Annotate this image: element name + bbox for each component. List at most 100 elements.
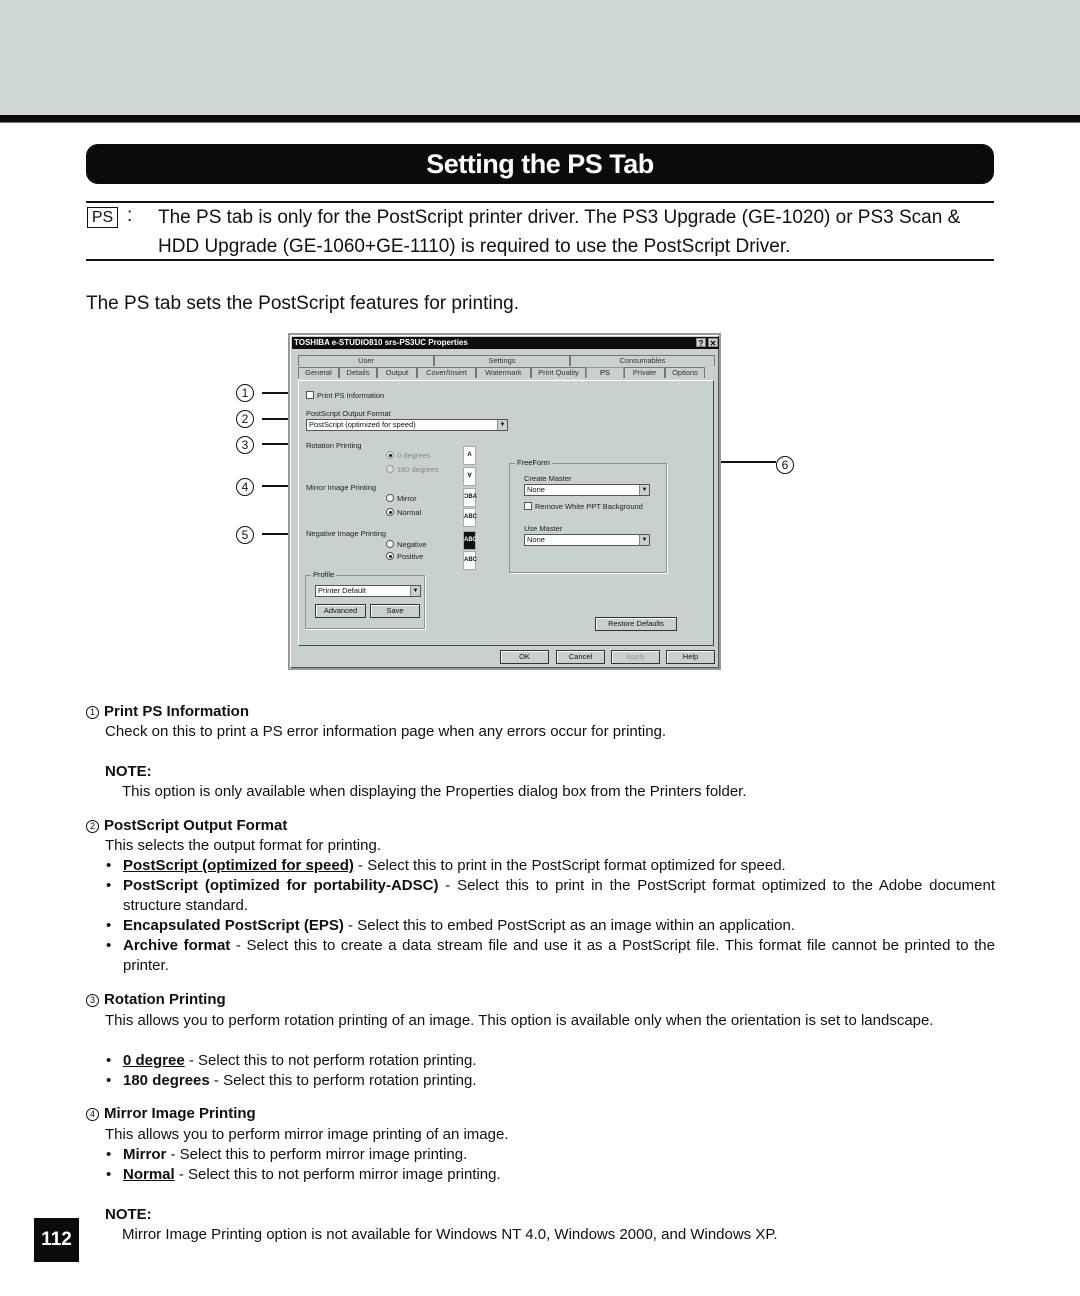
section-text: This selects the output format for print…	[105, 837, 381, 854]
tab-ps[interactable]: PS	[586, 367, 624, 378]
tab-options[interactable]: Options	[665, 367, 705, 378]
bullet-term: PostScript (optimized for portability-AD…	[123, 877, 439, 894]
mirror-preview-icon: ƆBA	[463, 488, 477, 507]
list-item: Normal - Select this to not perform mirr…	[105, 1165, 995, 1185]
tab-user[interactable]: User	[298, 355, 434, 366]
rotation-0-label: 0 degrees	[397, 451, 431, 460]
section-text: This allows you to perform mirror image …	[105, 1126, 509, 1143]
advanced-button[interactable]: Advanced	[315, 604, 366, 618]
list-item: 180 degrees - Select this to perform rot…	[105, 1071, 995, 1091]
note-text: This option is only available when displ…	[122, 783, 747, 800]
list-item: Encapsulated PostScript (EPS) - Select t…	[105, 916, 995, 936]
tab-watermark[interactable]: Watermark	[476, 367, 531, 378]
bullet-desc: - Select this to create a data stream fi…	[123, 937, 995, 974]
ps-tab-panel: Print PS Information PostScript Output F…	[298, 380, 714, 646]
dialog-title: TOSHIBA e-STUDIO810 srs-PS3UC Properties	[294, 338, 468, 347]
save-button[interactable]: Save	[370, 604, 420, 618]
negative-preview-icon: ABC	[463, 531, 477, 550]
tab-print-quality[interactable]: Print Quality	[531, 367, 586, 378]
tab-cover-insert[interactable]: Cover/Insert	[417, 367, 476, 378]
bullet-desc: - Select this to print in the PostScript…	[353, 857, 786, 874]
bullet-desc: - Select this to perform rotation printi…	[209, 1072, 477, 1089]
lead-text: The PS tab sets the PostScript features …	[86, 293, 519, 314]
tab-settings[interactable]: Settings	[434, 355, 570, 366]
tab-details[interactable]: Details	[339, 367, 377, 378]
remove-white-checkbox[interactable]	[524, 502, 532, 510]
note-label: NOTE:	[105, 1206, 152, 1223]
rotation-180-preview-icon: ∀	[463, 467, 476, 486]
create-master-select[interactable]: None ▼	[524, 484, 650, 496]
intro-text: The PS tab is only for the PostScript pr…	[158, 207, 961, 257]
mirror-radio[interactable]	[386, 494, 394, 502]
list-item: 0 degree - Select this to not perform ro…	[105, 1051, 995, 1071]
positive-radio[interactable]	[386, 552, 394, 560]
bullet-term: Encapsulated PostScript (EPS)	[123, 917, 344, 934]
profile-title: Profile	[311, 570, 337, 579]
ps-badge: PS	[87, 207, 118, 228]
profile-select[interactable]: Printer Default ▼	[315, 585, 421, 597]
output-format-value: PostScript (optimized for speed)	[309, 420, 416, 429]
remove-white-label: Remove White PPT Background	[535, 502, 643, 511]
page-number: 112	[34, 1218, 79, 1262]
normal-option-label: Normal	[397, 508, 422, 517]
rotation-0-radio[interactable]	[386, 451, 394, 459]
restore-defaults-button[interactable]: Restore Defaults	[595, 617, 677, 631]
list-item: PostScript (optimized for portability-AD…	[105, 876, 995, 916]
bullet-term: 0 degree	[123, 1052, 185, 1069]
tab-row-bottom: General Details Output Cover/Insert Wate…	[298, 367, 705, 378]
list-item: Archive format - Select this to create a…	[105, 936, 995, 976]
properties-dialog: TOSHIBA e-STUDIO810 srs-PS3UC Properties…	[288, 333, 721, 670]
use-master-select[interactable]: None ▼	[524, 534, 650, 546]
print-ps-info-label: Print PS Information	[317, 391, 385, 400]
section-print-ps-info-heading: 1 Print PS Information	[86, 703, 249, 720]
freeform-title: FreeForm	[515, 458, 552, 467]
ok-button[interactable]: OK	[500, 650, 549, 664]
bullet-term: 180 degrees	[123, 1072, 210, 1089]
tab-general[interactable]: General	[298, 367, 339, 378]
positive-option-label: Positive	[397, 552, 424, 561]
note-label: NOTE:	[105, 763, 152, 780]
cancel-button[interactable]: Cancel	[556, 650, 605, 664]
help-button[interactable]: Help	[666, 650, 715, 664]
list-item: Mirror - Select this to perform mirror i…	[105, 1145, 995, 1165]
apply-button[interactable]: Apply	[611, 650, 660, 664]
section-title: Rotation Printing	[104, 991, 226, 1008]
rotation-180-radio[interactable]	[386, 465, 394, 473]
section-output-format-heading: 2 PostScript Output Format	[86, 817, 287, 834]
bullet-desc: - Select this to not perform rotation pr…	[184, 1052, 477, 1069]
dialog-title-bar: TOSHIBA e-STUDIO810 srs-PS3UC Properties…	[292, 337, 719, 349]
header-rule	[0, 115, 1080, 123]
normal-radio[interactable]	[386, 508, 394, 516]
close-icon[interactable]: ✕	[708, 338, 718, 348]
use-master-label: Use Master	[524, 524, 563, 533]
output-format-label: PostScript Output Format	[306, 409, 391, 418]
chevron-down-icon: ▼	[639, 535, 649, 545]
negative-radio[interactable]	[386, 540, 394, 548]
use-master-value: None	[527, 535, 545, 544]
page-title-bar: Setting the PS Tab	[86, 144, 994, 184]
bullet-desc: - Select this to perform mirror image pr…	[166, 1146, 468, 1163]
bullet-term: Mirror	[123, 1146, 167, 1163]
callout-2: 2	[236, 410, 254, 428]
rotation-0-preview-icon: A	[463, 446, 476, 465]
chevron-down-icon: ▼	[410, 586, 420, 596]
header-band	[0, 0, 1080, 115]
section-number: 1	[86, 706, 99, 719]
output-format-select[interactable]: PostScript (optimized for speed) ▼	[306, 419, 508, 431]
section-number: 4	[86, 1108, 99, 1121]
tab-output[interactable]: Output	[377, 367, 417, 378]
tab-private[interactable]: Private	[624, 367, 665, 378]
section-title: PostScript Output Format	[104, 817, 288, 834]
mirror-option-label: Mirror	[397, 494, 417, 503]
negative-label: Negative Image Printing	[306, 529, 387, 538]
callout-1: 1	[236, 384, 254, 402]
tab-row-top: User Settings Consumables	[298, 355, 715, 366]
freeform-group: FreeForm Create Master None ▼ Remove Whi…	[509, 458, 667, 573]
help-icon[interactable]: ?	[696, 338, 706, 348]
section-number: 3	[86, 994, 99, 1007]
profile-group: Profile Printer Default ▼ Advanced Save	[305, 570, 425, 629]
intro-colon: :	[127, 205, 133, 226]
print-ps-info-checkbox[interactable]	[306, 391, 314, 399]
bullet-term: Normal	[123, 1166, 175, 1183]
tab-consumables[interactable]: Consumables	[570, 355, 715, 366]
